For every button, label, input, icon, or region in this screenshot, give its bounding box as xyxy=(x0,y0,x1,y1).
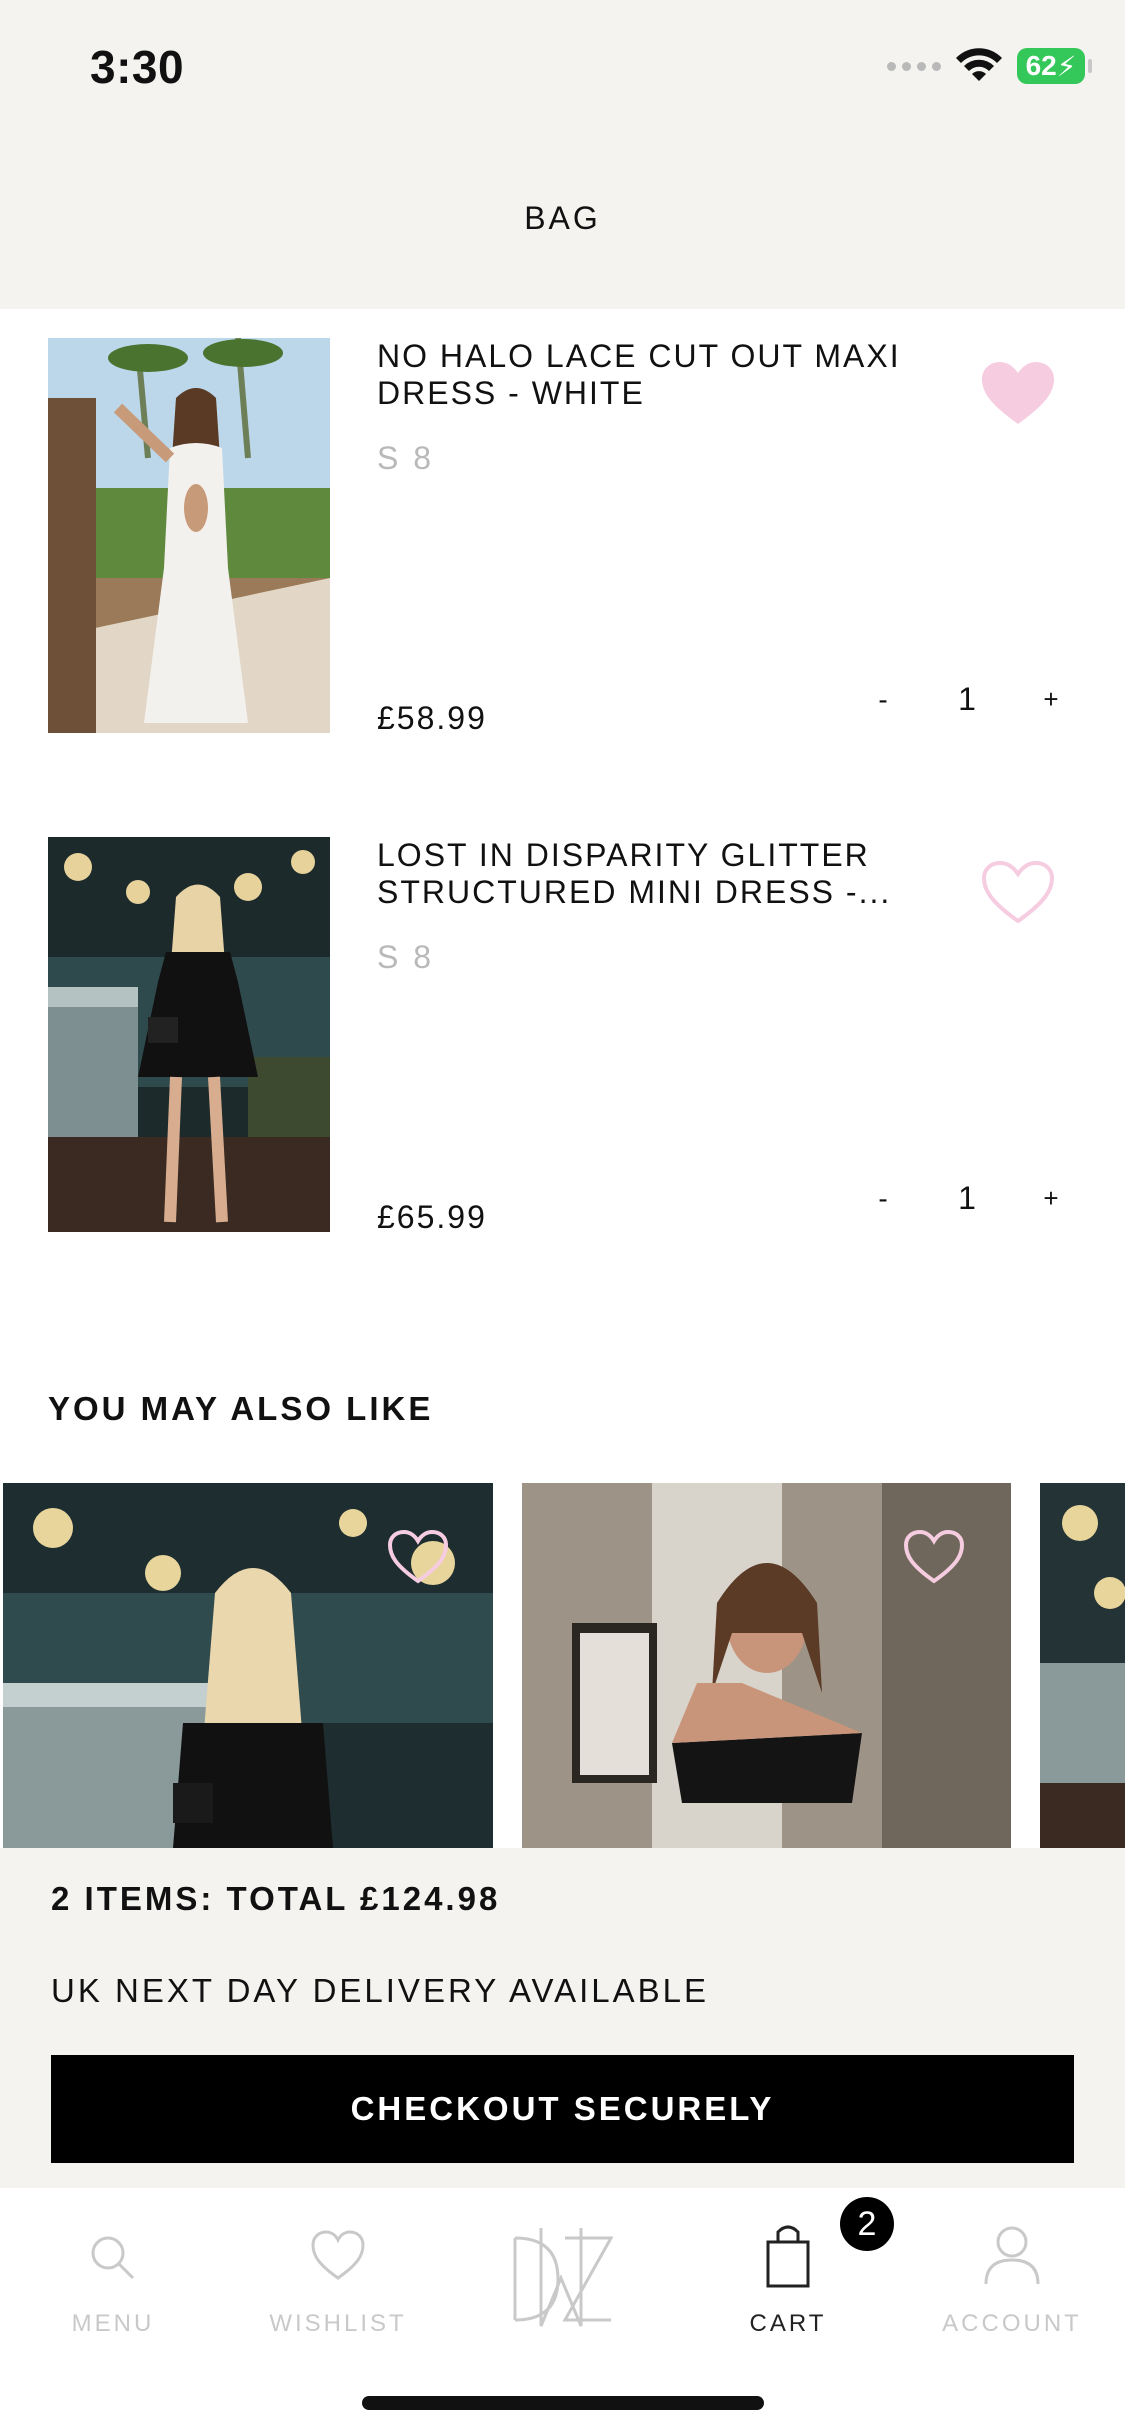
cart-count-badge: 2 xyxy=(840,2197,894,2251)
recommendations-carousel[interactable] xyxy=(0,1483,1125,1848)
order-total: 2 ITEMS: TOTAL £124.98 xyxy=(51,1880,501,1917)
nav-item-menu[interactable]: MENU xyxy=(23,2208,203,2348)
product-name[interactable]: LOST IN DISPARITY GLITTER STRUCTURED MIN… xyxy=(377,837,957,911)
battery-level: 62 xyxy=(1025,50,1057,81)
delivery-notice: UK NEXT DAY DELIVERY AVAILABLE xyxy=(51,1972,709,2009)
increase-quantity-button[interactable]: + xyxy=(1031,684,1071,715)
status-indicators: 62 ⚡ xyxy=(887,48,1092,84)
quantity-value: 1 xyxy=(958,1180,976,1216)
product-size: S 8 xyxy=(377,440,435,476)
wishlist-heart-outline-icon[interactable] xyxy=(386,1528,450,1586)
product-image[interactable] xyxy=(48,837,330,1232)
page-title: BAG xyxy=(524,200,601,236)
person-icon xyxy=(984,2226,1040,2285)
cellular-signal-icon xyxy=(887,61,941,71)
recommendations-title: YOU MAY ALSO LIKE xyxy=(48,1390,434,1427)
product-image[interactable] xyxy=(48,338,330,733)
nav-label: CART xyxy=(749,2310,827,2337)
dmz-logo-icon xyxy=(513,2228,614,2327)
quantity-stepper: - 1 + xyxy=(863,1180,1103,1217)
nav-item-home[interactable] xyxy=(473,2208,653,2348)
product-image xyxy=(1040,1483,1125,1848)
nav-label: ACCOUNT xyxy=(942,2310,1082,2337)
recommendation-card[interactable] xyxy=(3,1483,493,1848)
quantity-stepper: - 1 + xyxy=(863,681,1103,718)
wishlist-heart-outline-icon[interactable] xyxy=(902,1528,966,1586)
checkout-button[interactable]: CHECKOUT SECURELY xyxy=(51,2055,1074,2163)
nav-item-wishlist[interactable]: WISHLIST xyxy=(248,2208,428,2348)
recommendation-card[interactable] xyxy=(1040,1483,1125,1848)
nav-label: WISHLIST xyxy=(269,2310,407,2337)
product-name[interactable]: NO HALO LACE CUT OUT MAXI DRESS - WHITE xyxy=(377,338,957,412)
recommendation-card[interactable] xyxy=(522,1483,1011,1848)
increase-quantity-button[interactable]: + xyxy=(1031,1183,1071,1214)
status-time: 3:30 xyxy=(90,41,185,93)
decrease-quantity-button[interactable]: - xyxy=(863,684,903,716)
nav-item-account[interactable]: ACCOUNT xyxy=(922,2208,1102,2348)
product-price: £58.99 xyxy=(377,700,487,736)
wishlist-heart-outline-icon[interactable] xyxy=(980,859,1056,927)
order-summary: 2 ITEMS: TOTAL £124.98 UK NEXT DAY DELIV… xyxy=(0,1848,1125,2188)
shopping-bag-icon xyxy=(766,2225,810,2288)
product-price: £65.99 xyxy=(377,1199,487,1235)
quantity-value: 1 xyxy=(958,681,976,717)
battery-icon: 62 ⚡ xyxy=(1017,48,1092,84)
decrease-quantity-button[interactable]: - xyxy=(863,1183,903,1215)
heart-icon xyxy=(311,2230,365,2280)
search-icon xyxy=(91,2236,135,2280)
home-indicator[interactable] xyxy=(362,2396,764,2410)
bag-item: NO HALO LACE CUT OUT MAXI DRESS - WHITE … xyxy=(48,338,1078,736)
product-size: S 8 xyxy=(377,939,435,975)
header-bar: 3:30 62 ⚡ BAG xyxy=(0,0,1125,309)
bag-item: LOST IN DISPARITY GLITTER STRUCTURED MIN… xyxy=(48,837,1078,1235)
nav-label: MENU xyxy=(71,2310,155,2337)
wifi-icon xyxy=(956,48,1002,81)
wishlist-heart-filled-icon[interactable] xyxy=(980,360,1056,428)
